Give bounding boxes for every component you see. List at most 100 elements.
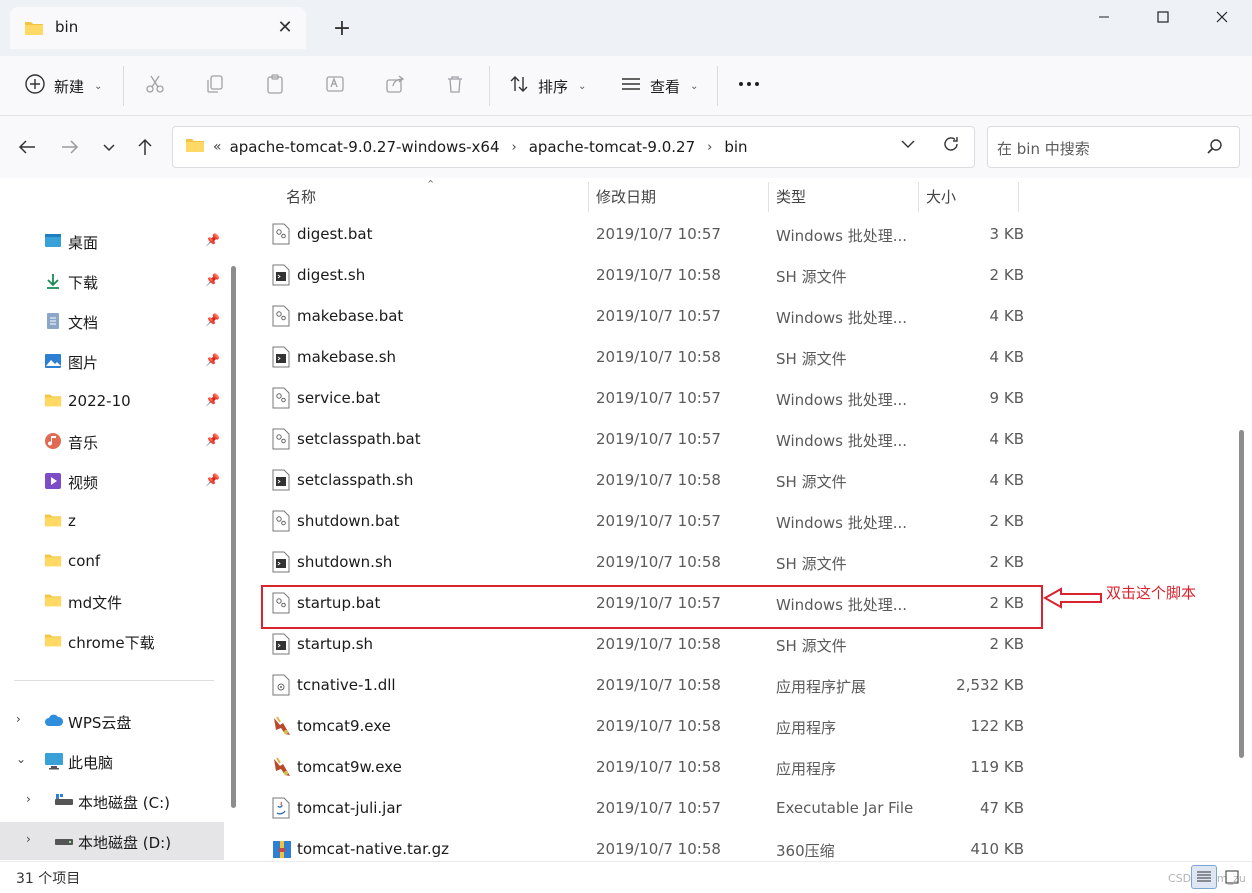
rename-button[interactable] [324,66,346,106]
file-row[interactable]: setclasspath.sh 2019/10/7 10:58 SH 源文件 4 KB [244,460,1024,501]
file-row[interactable]: makebase.sh 2019/10/7 10:58 SH 源文件 4 KB [244,337,1024,378]
address-bar[interactable]: « apache-tomcat-9.0.27-windows-x64 › apa… [172,126,975,168]
file-type: SH 源文件 [776,637,847,655]
details-view-button[interactable] [1191,865,1217,889]
column-header-date[interactable]: 修改日期 [588,178,768,214]
file-date: 2019/10/7 10:57 [596,389,721,407]
maximize-button[interactable] [1133,0,1193,34]
sidebar-item-videos[interactable]: 视频 📌 [0,462,224,500]
chevron-right-icon[interactable]: › [26,792,31,806]
sh-file-icon [272,633,290,655]
sidebar-item-z[interactable]: z [0,502,224,540]
tiles-view-button[interactable] [1219,865,1245,889]
file-date: 2019/10/7 10:58 [596,676,721,694]
sidebar-item-label: conf [68,552,101,570]
close-tab-icon[interactable]: ✕ [272,15,298,41]
file-row[interactable]: tomcat-juli.jar 2019/10/7 10:57 Executable… [244,788,1024,829]
sidebar-item-music[interactable]: 音乐 📌 [0,422,224,460]
share-button[interactable] [384,66,406,106]
sidebar-item-label: z [68,512,76,530]
copy-button[interactable] [204,66,226,106]
breadcrumb-item[interactable]: bin [724,138,747,156]
column-header-type[interactable]: 类型 [768,178,918,214]
search-box[interactable]: 在 bin 中搜索 [987,126,1240,168]
tomcat-exe-icon [272,715,290,737]
file-type: SH 源文件 [776,473,847,491]
close-window-button[interactable] [1192,0,1252,34]
chevron-right-icon[interactable]: › [16,712,21,726]
view-button[interactable]: 查看 ⌄ [620,66,698,106]
title-bar: bin ✕ + [0,0,1252,56]
sidebar-item-chrome-downloads[interactable]: chrome下载 [0,622,224,660]
sidebar-item-wps-cloud[interactable]: › WPS云盘 [0,702,224,740]
column-header-name[interactable]: 名称 [278,178,588,214]
sidebar-item-label: 下载 [68,274,99,292]
tab-bin[interactable]: bin ✕ [10,7,306,49]
sidebar-item-label: 2022-10 [68,392,131,410]
delete-button[interactable] [444,66,466,106]
sort-arrows-icon [508,73,530,99]
recent-locations-button[interactable] [95,133,123,161]
pin-icon[interactable]: 📌 [205,393,220,407]
pin-icon[interactable]: 📌 [205,433,220,447]
file-row[interactable]: shutdown.sh 2019/10/7 10:58 SH 源文件 2 KB [244,542,1024,583]
sidebar-item-pictures[interactable]: 图片 📌 [0,342,224,380]
chevron-right-icon[interactable]: › [707,140,712,155]
search-input[interactable]: 在 bin 中搜索 [997,138,1090,159]
divider [489,66,490,106]
cut-button[interactable] [144,66,166,106]
file-row[interactable]: digest.bat 2019/10/7 10:57 Windows 批处理... 3… [244,214,1024,255]
chevron-right-icon[interactable]: › [512,140,517,155]
file-row[interactable]: shutdown.bat 2019/10/7 10:57 Windows 批处理..… [244,501,1024,542]
sidebar-item-this-pc[interactable]: ⌄ 此电脑 [0,742,224,780]
minimize-button[interactable] [1074,0,1134,34]
new-button[interactable]: 新建 ⌄ [24,66,102,106]
sidebar-item-md[interactable]: md文件 [0,582,224,620]
back-button[interactable] [13,133,41,161]
sidebar-item-drive-c[interactable]: › 本地磁盘 (C:) [0,782,224,820]
file-row[interactable]: tomcat9.exe 2019/10/7 10:58 应用程序 122 KB [244,706,1024,747]
file-row[interactable]: makebase.bat 2019/10/7 10:57 Windows 批处理..… [244,296,1024,337]
breadcrumb: « apache-tomcat-9.0.27-windows-x64 › apa… [185,127,748,167]
sort-button[interactable]: 排序 ⌄ [508,66,586,106]
file-type: Windows 批处理... [776,309,908,327]
computer-icon [44,752,63,770]
pin-icon[interactable]: 📌 [205,353,220,367]
pin-icon[interactable]: 📌 [205,313,220,327]
file-row[interactable]: startup.sh 2019/10/7 10:58 SH 源文件 2 KB [244,624,1024,665]
chevron-down-icon[interactable]: ⌄ [16,752,26,766]
more-options-button[interactable] [737,66,761,106]
column-divider[interactable] [1018,182,1019,212]
rename-icon [324,73,346,99]
address-dropdown-icon[interactable] [899,135,917,157]
breadcrumb-item[interactable]: apache-tomcat-9.0.27 [529,138,695,156]
file-row[interactable]: digest.sh 2019/10/7 10:58 SH 源文件 2 KB [244,255,1024,296]
paste-button[interactable] [264,66,286,106]
forward-button[interactable] [56,133,84,161]
new-tab-button[interactable]: + [328,15,356,43]
column-header-size[interactable]: 大小 [918,178,1018,214]
chevron-right-icon[interactable]: › [26,832,31,846]
pin-icon[interactable]: 📌 [205,473,220,487]
file-row[interactable]: setclasspath.bat 2019/10/7 10:57 Windows 批… [244,419,1024,460]
file-list-scrollbar[interactable] [1239,430,1244,758]
sidebar-item-desktop[interactable]: 桌面 📌 [0,222,224,260]
file-row[interactable]: tomcat9w.exe 2019/10/7 10:58 应用程序 119 KB [244,747,1024,788]
file-row[interactable]: service.bat 2019/10/7 10:57 Windows 批处理...… [244,378,1024,419]
file-type: SH 源文件 [776,268,847,286]
sidebar-item-drive-d[interactable]: › 本地磁盘 (D:) [0,822,224,860]
trash-icon [444,73,466,99]
refresh-icon[interactable] [941,134,961,158]
up-button[interactable] [131,133,159,161]
sidebar-item-downloads[interactable]: 下载 📌 [0,262,224,300]
file-row[interactable]: tcnative-1.dll 2019/10/7 10:58 应用程序扩展 2,532… [244,665,1024,706]
sidebar-item-conf[interactable]: conf [0,542,224,580]
overflow-chevron-icon[interactable]: « [213,139,222,155]
pin-icon[interactable]: 📌 [205,233,220,247]
pin-icon[interactable]: 📌 [205,273,220,287]
sidebar-item-2022-10[interactable]: 2022-10 📌 [0,382,224,420]
sidebar-scrollbar[interactable] [231,266,236,808]
chevron-down-icon: ⌄ [690,80,699,92]
sidebar-item-documents[interactable]: 文档 📌 [0,302,224,340]
breadcrumb-item[interactable]: apache-tomcat-9.0.27-windows-x64 [230,138,500,156]
